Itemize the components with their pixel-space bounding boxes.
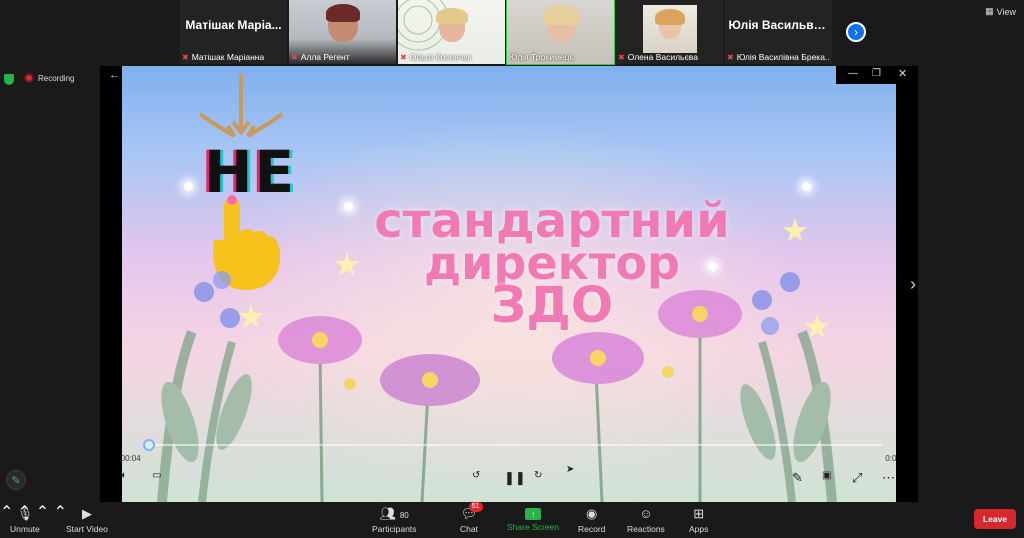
chevron-right-icon: ›	[854, 25, 858, 39]
recording-dot-icon	[24, 73, 34, 83]
participants-icon: 👥︎ 80	[379, 506, 409, 521]
participant-label: Алла Регент	[300, 52, 350, 62]
forward-30-icon[interactable]: ↻	[534, 470, 542, 481]
muted-mic-icon: ✖	[400, 52, 407, 62]
participant-name-tag: ✖ Олена Васильєва	[618, 52, 721, 62]
more-options-icon[interactable]: ⋯	[882, 470, 895, 486]
back-arrow-icon[interactable]: ←	[109, 69, 120, 81]
apps-icon: ⊞	[693, 506, 705, 521]
security-shield-icon[interactable]	[4, 74, 14, 85]
time-current: 0:00:04	[122, 454, 141, 463]
participant-gallery: Матішак Марiа... ✖ Матішак Маріанна ✖ Ал…	[180, 0, 832, 66]
arrows-down-icon	[198, 74, 284, 138]
participant-hair	[435, 8, 468, 24]
view-label: View	[996, 6, 1016, 17]
chevron-up-icon[interactable]: ⌃	[54, 504, 67, 521]
apps-button[interactable]: ⊞ Apps	[689, 506, 708, 534]
record-icon: ◉	[586, 506, 598, 521]
fullscreen-icon[interactable]: ⤢	[852, 470, 862, 486]
smiley-icon: ☺	[639, 506, 653, 521]
shared-screen-window: ← НЕ стандартний директор ЗДО 00:04 0:0 …	[100, 66, 918, 502]
participant-big-name: Матішак Марiа...	[185, 18, 282, 32]
start-video-button[interactable]: ▶︎ Start Video	[66, 506, 108, 534]
volume-icon[interactable]: 🔈︎	[122, 470, 127, 481]
video-frame[interactable]: НЕ стандартний директор ЗДО 00:04 0:0 🔈︎…	[122, 66, 896, 502]
share-screen-label: Share Screen	[507, 522, 559, 532]
edit-pen-icon[interactable]: ✎	[792, 470, 803, 486]
meeting-toolbar: 🎙︎ Unmute ⌃ ▶︎ Start Video ⌃ 👥︎ 80 Parti…	[0, 502, 1024, 538]
participant-tile[interactable]: ✖ Олена Васильєва	[616, 0, 723, 64]
sparkle-decoration	[184, 182, 193, 191]
cursor-icon: ➤	[566, 464, 575, 475]
participant-tile[interactable]: Юлія Васильвн... ✖ Юлія Василівна Брека.…	[725, 0, 832, 64]
participant-big-name: Юлія Васильвн...	[728, 18, 829, 32]
participant-avatar	[642, 5, 697, 53]
muted-mic-icon: ✖	[291, 52, 298, 62]
picture-in-picture-icon[interactable]: ▣	[822, 470, 831, 481]
rewind-10-icon[interactable]: ↺	[472, 470, 480, 481]
participant-name-tag: ✖ Матішак Маріанна	[182, 52, 285, 62]
reactions-label: Reactions	[627, 524, 665, 534]
share-screen-icon: ↑	[524, 508, 541, 520]
subtitles-icon[interactable]: ▭	[152, 470, 161, 481]
time-total: 0:03:50	[885, 454, 896, 463]
participants-button[interactable]: 👥︎ 80 Participants	[372, 506, 416, 534]
record-label: Record	[578, 524, 606, 534]
chevron-right-icon[interactable]: ›	[910, 274, 916, 295]
participant-tile[interactable]: ✖ Алла Регент	[289, 0, 396, 64]
participant-label: Олена Васильєва	[627, 52, 698, 62]
sparkle-decoration	[802, 182, 811, 191]
start-video-label: Start Video	[66, 524, 108, 534]
participant-hair	[325, 4, 360, 22]
participant-label: Юлія Василівна Брека...	[736, 52, 830, 62]
muted-mic-icon: ✖	[618, 52, 625, 62]
close-icon[interactable]: ✕	[898, 67, 907, 80]
recording-label: Recording	[38, 73, 75, 83]
participant-hair	[542, 5, 579, 25]
participant-label: Юлія Трохимець	[509, 52, 574, 62]
view-button[interactable]: ▦ View	[985, 6, 1016, 17]
muted-mic-icon: 🎙︎	[16, 506, 34, 521]
restore-icon[interactable]: ❐	[872, 68, 881, 79]
pause-icon[interactable]: ❚❚	[504, 470, 526, 486]
window-controls: — ❐ ✕	[836, 66, 918, 84]
participant-tile[interactable]: Матішак Марiа... ✖ Матішак Маріанна	[180, 0, 287, 64]
participant-hair	[654, 9, 685, 25]
flowers-illustration	[157, 271, 837, 502]
participant-tile[interactable]: ✖ Ольга Косенчук	[398, 0, 505, 64]
chat-label: Chat	[460, 524, 478, 534]
unmute-button[interactable]: 🎙︎ Unmute	[10, 506, 40, 534]
recording-indicator[interactable]: Recording	[24, 73, 74, 83]
participant-label: Ольга Косенчук	[409, 52, 472, 62]
participant-name-tag: Юлія Трохимець	[509, 52, 612, 62]
video-off-icon: ▶︎	[81, 506, 92, 521]
apps-label: Apps	[689, 524, 709, 534]
participant-name-tag: ✖ Алла Регент	[291, 52, 394, 62]
record-button[interactable]: ◉ Record	[578, 506, 605, 534]
unmute-label: Unmute	[10, 524, 40, 534]
muted-mic-icon: ✖	[727, 52, 734, 62]
grid-icon: ▦	[985, 6, 994, 16]
leave-button[interactable]: Leave	[974, 509, 1016, 529]
minimize-icon[interactable]: —	[848, 68, 858, 79]
reactions-button[interactable]: ☺ Reactions	[627, 506, 665, 534]
progress-knob[interactable]	[142, 439, 155, 451]
chat-icon: 💬︎ 51	[461, 502, 483, 522]
chat-badge: 51	[468, 502, 483, 512]
share-screen-button[interactable]: ↑ Share Screen	[507, 506, 559, 532]
video-progress-bar[interactable]	[136, 439, 882, 451]
participants-count: 80	[399, 511, 409, 520]
zoom-meeting-window: Матішак Марiа... ✖ Матішак Маріанна ✖ Ал…	[0, 0, 1024, 538]
participant-name-tag: ✖ Юлія Василівна Брека...	[727, 52, 830, 62]
participant-label: Матішак Маріанна	[191, 52, 265, 62]
gallery-next-page-button[interactable]: ›	[846, 22, 866, 42]
annotate-pen-icon[interactable]: ✎	[6, 470, 26, 490]
chat-button[interactable]: 💬︎ 51 Chat	[460, 502, 483, 534]
participants-label: Participants	[372, 524, 417, 534]
muted-mic-icon: ✖	[182, 52, 189, 62]
participant-tile[interactable]: Юлія Трохимець	[506, 0, 615, 65]
sparkle-decoration	[344, 202, 353, 211]
participant-name-tag: ✖ Ольга Косенчук	[400, 52, 503, 62]
